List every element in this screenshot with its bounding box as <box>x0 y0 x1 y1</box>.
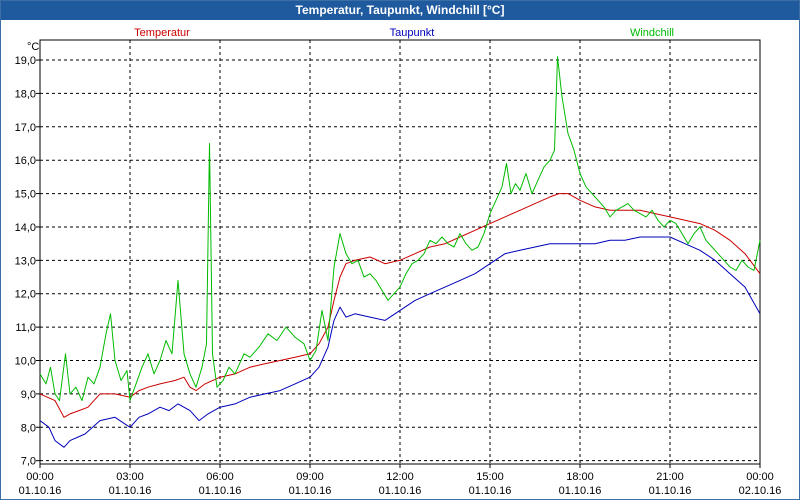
legend-windchill: Windchill <box>630 27 674 39</box>
x-tick-label-date: 01.10.16 <box>559 485 602 497</box>
y-tick-label: 10,0 <box>15 356 36 368</box>
line-chart: 7,0 8,0 9,0 10,0 11,0 12,0 13,0 14,0 15,0 16,0 17,… <box>15 27 782 497</box>
y-tick-label: 18,0 <box>15 88 36 100</box>
x-tick-label-time: 00:00 <box>26 471 54 483</box>
y-tick-label: 12,0 <box>15 289 36 301</box>
x-tick-label-time: 18:00 <box>566 471 594 483</box>
y-tick-label: 19,0 <box>15 55 36 67</box>
y-tick-label: 7,0 <box>21 456 36 468</box>
x-tick-label-date: 01.10.16 <box>199 485 242 497</box>
x-tick-label-time: 00:00 <box>746 471 774 483</box>
y-tick-label: 8,0 <box>21 422 36 434</box>
x-tick-label-time: 09:00 <box>296 471 324 483</box>
y-tick-label: 17,0 <box>15 122 36 134</box>
x-tick-label-date: 01.10.16 <box>469 485 512 497</box>
x-tick-label-date: 01.10.16 <box>649 485 692 497</box>
y-tick-label: 15,0 <box>15 189 36 201</box>
x-tick-label-time: 12:00 <box>386 471 414 483</box>
y-tick-label: 9,0 <box>21 389 36 401</box>
x-tick-label-time: 03:00 <box>116 471 144 483</box>
x-tick-label-time: 06:00 <box>206 471 234 483</box>
x-tick-label-date: 02.10.16 <box>739 485 782 497</box>
x-tick-label-date: 01.10.16 <box>19 485 62 497</box>
legend-temperatur: Temperatur <box>134 27 190 39</box>
x-tick-label-date: 01.10.16 <box>109 485 152 497</box>
x-tick-label-date: 01.10.16 <box>379 485 422 497</box>
y-tick-label: 13,0 <box>15 255 36 267</box>
y-tick-label: 14,0 <box>15 222 36 234</box>
x-tick-label-time: 21:00 <box>656 471 684 483</box>
legend-taupunkt: Taupunkt <box>390 27 435 39</box>
x-tick-label-date: 01.10.16 <box>289 485 332 497</box>
x-tick-label-time: 15:00 <box>476 471 504 483</box>
y-tick-label: 11,0 <box>15 322 36 334</box>
y-tick-label: 16,0 <box>15 155 36 167</box>
y-axis-unit: °C <box>27 41 39 53</box>
